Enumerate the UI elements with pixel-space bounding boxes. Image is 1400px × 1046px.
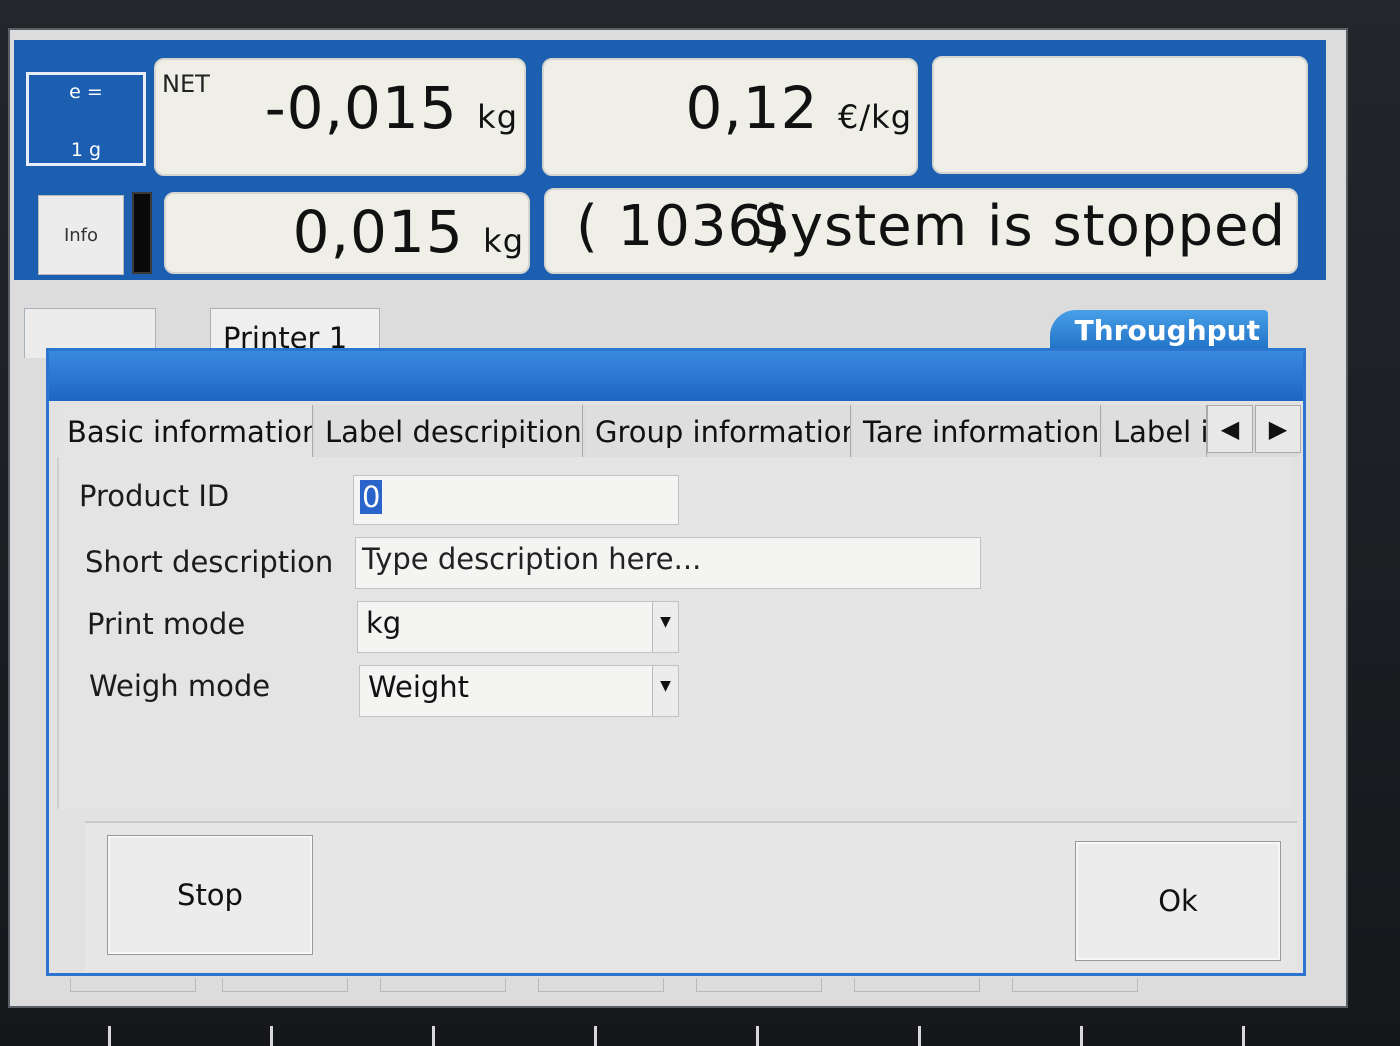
chevron-down-icon: ▼ xyxy=(652,666,678,716)
weigh-mode-select[interactable]: Weight ▼ xyxy=(359,665,679,717)
bottom-button-1[interactable] xyxy=(70,978,196,992)
scale-e-label: e = xyxy=(69,81,103,103)
net-weight-display: -0,015 kg xyxy=(265,74,518,142)
chevron-down-icon: ▼ xyxy=(652,602,678,652)
tab-label-more[interactable]: Label i xyxy=(1103,405,1207,457)
product-id-label: Product ID xyxy=(79,479,230,513)
bottom-button-5[interactable] xyxy=(696,978,822,992)
empty-display-box xyxy=(932,56,1308,174)
product-id-value: 0 xyxy=(360,480,383,514)
tare-weight-box: 0,015 kg xyxy=(164,192,530,274)
tab-scroll-right-icon[interactable]: ▶ xyxy=(1255,405,1301,453)
stop-button[interactable]: Stop xyxy=(107,835,313,955)
unit-price-display: 0,12 €/kg xyxy=(685,74,912,142)
status-text: System is stopped xyxy=(753,194,1286,259)
product-id-input[interactable]: 0 xyxy=(353,475,679,525)
unit-price-value: 0,12 xyxy=(685,74,819,142)
print-mode-value: kg xyxy=(366,606,402,640)
scale-division-indicator: e = 1 g xyxy=(26,72,146,166)
net-weight-box: NET -0,015 kg xyxy=(154,58,526,176)
tare-weight-value: 0,015 xyxy=(292,198,464,266)
unit-price-unit: €/kg xyxy=(838,98,912,136)
dialog-title-bar xyxy=(49,351,1303,401)
net-label: NET xyxy=(162,70,210,98)
scale-header: e = 1 g NET -0,015 kg 0,12 €/kg Info 0,0… xyxy=(14,40,1326,280)
tab-scroll-left-icon[interactable]: ◀ xyxy=(1207,405,1253,453)
print-mode-select[interactable]: kg ▼ xyxy=(357,601,679,653)
net-weight-unit: kg xyxy=(477,98,518,136)
tab-basic-information[interactable]: Basic information xyxy=(57,405,313,457)
bottom-button-4[interactable] xyxy=(538,978,664,992)
info-button[interactable]: Info xyxy=(38,195,124,275)
status-box: ( 1036) System is stopped xyxy=(544,188,1298,274)
bezel-tick xyxy=(594,1026,597,1046)
bezel-tick xyxy=(1242,1026,1245,1046)
net-weight-value: -0,015 xyxy=(264,74,458,142)
dialog-tab-bar: Basic information Label descripition Gro… xyxy=(57,405,1301,457)
basic-information-form: Product ID 0 Short description Type desc… xyxy=(57,457,1293,809)
scale-screen: e = 1 g NET -0,015 kg 0,12 €/kg Info 0,0… xyxy=(8,28,1348,1008)
weigh-mode-label: Weigh mode xyxy=(89,669,271,703)
scale-e-value: 1 g xyxy=(70,139,102,161)
tare-weight-unit: kg xyxy=(483,222,524,260)
product-dialog: Basic information Label descripition Gro… xyxy=(46,348,1306,976)
bezel-tick xyxy=(108,1026,111,1046)
short-description-label: Short description xyxy=(85,545,334,579)
bezel-tick xyxy=(432,1026,435,1046)
bottom-button-6[interactable] xyxy=(854,978,980,992)
tab-throughput[interactable]: Throughput xyxy=(1050,310,1268,352)
bezel-tick xyxy=(918,1026,921,1046)
dialog-button-area: Stop Ok xyxy=(85,821,1297,971)
bottom-button-3[interactable] xyxy=(380,978,506,992)
bottom-button-7[interactable] xyxy=(1012,978,1138,992)
bottom-button-2[interactable] xyxy=(222,978,348,992)
tare-weight-display: 0,015 kg xyxy=(293,198,524,266)
bezel-ticks xyxy=(0,1020,1400,1046)
bezel-tick xyxy=(1080,1026,1083,1046)
tab-label-description[interactable]: Label descripition xyxy=(315,405,583,457)
bezel-tick xyxy=(270,1026,273,1046)
bezel-tick xyxy=(756,1026,759,1046)
ok-button[interactable]: Ok xyxy=(1075,841,1281,961)
bottom-button-strip xyxy=(70,978,1290,1008)
weigh-mode-value: Weight xyxy=(368,670,470,704)
short-description-input[interactable]: Type description here... xyxy=(355,537,981,589)
tab-group-information[interactable]: Group information xyxy=(585,405,851,457)
print-mode-label: Print mode xyxy=(87,607,246,641)
tab-tare-information[interactable]: Tare information xyxy=(853,405,1101,457)
unit-price-box: 0,12 €/kg xyxy=(542,58,918,176)
indicator-bar xyxy=(132,192,152,274)
